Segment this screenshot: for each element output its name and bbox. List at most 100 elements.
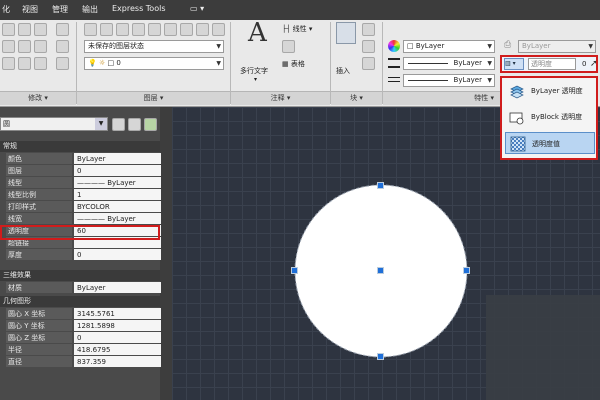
layer-state-combo[interactable]: 未保存的图层状态 ▼ <box>84 40 224 53</box>
property-row[interactable]: 打印样式 BYCOLOR <box>0 201 161 213</box>
print-icon: ⎙ <box>504 40 512 50</box>
array-icon[interactable] <box>34 57 47 70</box>
lineweight-combo[interactable]: ByLayer ▼ <box>403 57 495 70</box>
insert-block-button[interactable]: 插入 <box>334 22 358 86</box>
property-value[interactable]: 0 <box>74 332 161 343</box>
transparency-input[interactable]: 透明度 <box>528 58 576 70</box>
fillet-icon[interactable] <box>34 40 47 53</box>
property-row[interactable]: 圆心 X 坐标 3145.5761 <box>0 308 161 320</box>
quick-select-icon[interactable] <box>144 118 157 131</box>
grip-handle-bottom[interactable] <box>377 353 384 360</box>
erase-icon[interactable] <box>56 23 69 36</box>
section-header-general[interactable]: 常规 <box>0 141 160 152</box>
move-icon[interactable] <box>2 23 15 36</box>
object-type-selector[interactable]: 圆 ▼ <box>0 117 108 131</box>
select-objects-icon[interactable] <box>128 118 141 131</box>
leader-icon[interactable] <box>282 40 295 53</box>
menu-item-express-tools[interactable]: Express Tools <box>112 4 166 13</box>
property-value[interactable]: ———— ByLayer <box>74 213 161 224</box>
grip-handle-top[interactable] <box>377 182 384 189</box>
property-row[interactable]: 颜色 ByLayer <box>0 153 161 165</box>
menu-item-manage[interactable]: 管理 <box>52 4 68 15</box>
panel-scrollbar[interactable] <box>160 107 172 400</box>
layer-icon[interactable] <box>116 23 129 36</box>
property-value[interactable]: 0 <box>74 249 161 260</box>
toggle-pickadd-icon[interactable] <box>112 118 125 131</box>
property-value[interactable]: 3145.5761 <box>74 308 161 319</box>
property-value[interactable]: 1 <box>74 189 161 200</box>
edit-block-icon[interactable] <box>362 40 375 53</box>
dimension-icon: ├┤ <box>282 25 291 33</box>
property-value[interactable]: BYCOLOR <box>74 201 161 212</box>
square-icon: □ <box>107 59 115 67</box>
property-row[interactable]: 材质 ByLayer <box>0 282 161 294</box>
layer-properties-icon[interactable] <box>84 23 97 36</box>
multiline-text-label: 多行文字 <box>240 67 268 75</box>
group-label-modify[interactable]: 修改 ▾ <box>0 91 76 105</box>
layer-icon[interactable] <box>196 23 209 36</box>
copy-icon[interactable] <box>2 40 15 53</box>
layer-icon[interactable] <box>180 23 193 36</box>
property-key: 线宽 <box>6 213 72 224</box>
property-value[interactable]: 418.6795 <box>74 344 161 355</box>
property-row[interactable]: 半径 418.6795 <box>0 344 161 356</box>
property-value[interactable]: 0 <box>74 165 161 176</box>
mirror-icon[interactable] <box>18 40 31 53</box>
property-row[interactable]: 圆心 Z 坐标 0 <box>0 332 161 344</box>
property-value[interactable]: ByLayer <box>74 153 161 164</box>
grip-handle-center[interactable] <box>377 267 384 274</box>
dropdown-item-byblock-transparency[interactable]: ByBlock 透明度 <box>505 106 595 128</box>
property-row[interactable]: 线宽 ———— ByLayer <box>0 213 161 225</box>
linear-dimension-button[interactable]: ├┤ 线性 ▾ <box>282 23 312 36</box>
property-row[interactable]: 直径 837.359 <box>0 356 161 368</box>
table-button[interactable]: ▦ 表格 <box>282 58 305 71</box>
print-style-combo[interactable]: ByLayer ▼ <box>518 40 596 53</box>
menu-item-workspace[interactable]: ▭ ▾ <box>190 4 204 13</box>
property-row[interactable]: 厚度 0 <box>0 249 161 261</box>
layer-icon[interactable] <box>148 23 161 36</box>
layer-icon[interactable] <box>100 23 113 36</box>
attribute-icon[interactable] <box>362 57 375 70</box>
property-row[interactable]: 图层 0 <box>0 165 161 177</box>
lineweight-icon[interactable] <box>388 58 400 68</box>
menu-item-partial[interactable]: 化 <box>2 4 10 15</box>
group-label-annotation[interactable]: 注释 ▾ <box>231 91 330 105</box>
group-label-layers[interactable]: 图层 ▾ <box>77 91 230 105</box>
print-combo-value: ByLayer <box>522 42 551 50</box>
property-row[interactable]: 线型比例 1 <box>0 189 161 201</box>
layers-icon <box>510 85 524 99</box>
section-header-3d-effects[interactable]: 三维效果 <box>0 270 160 281</box>
group-label-block[interactable]: 块 ▾ <box>331 91 382 105</box>
grip-handle-right[interactable] <box>463 267 470 274</box>
layer-icon[interactable] <box>212 23 225 36</box>
dropdown-item-transparency-value[interactable]: 透明度值 <box>505 132 595 154</box>
color-combo[interactable]: □ ByLayer ▼ <box>403 40 495 53</box>
layer-icon[interactable] <box>132 23 145 36</box>
create-block-icon[interactable] <box>362 23 375 36</box>
group-label-properties[interactable]: 特性 ▾ <box>383 91 500 105</box>
property-value[interactable]: ———— ByLayer <box>74 177 161 188</box>
property-row[interactable]: 圆心 Y 坐标 1281.5898 <box>0 320 161 332</box>
linetype-combo[interactable]: ByLayer ▼ <box>403 74 495 87</box>
menu-item-output[interactable]: 输出 <box>82 4 98 15</box>
scale-icon[interactable] <box>18 57 31 70</box>
dropdown-item-bylayer-transparency[interactable]: ByLayer 透明度 <box>505 80 595 102</box>
offset-icon[interactable] <box>56 57 69 70</box>
property-row[interactable]: 线型 ———— ByLayer <box>0 177 161 189</box>
layer-combo[interactable]: 💡 ☼ □ 0 ▼ <box>84 57 224 70</box>
color-wheel-icon[interactable] <box>388 40 400 52</box>
stretch-icon[interactable] <box>2 57 15 70</box>
trim-icon[interactable] <box>34 23 47 36</box>
rotate-icon[interactable] <box>18 23 31 36</box>
menu-item-view[interactable]: 视图 <box>22 4 38 15</box>
property-value[interactable]: 1281.5898 <box>74 320 161 331</box>
property-value[interactable]: ByLayer <box>74 282 161 293</box>
multiline-text-button[interactable]: A 多行文字 ▾ <box>240 18 276 86</box>
transparency-toggle-icon[interactable]: ▥ ▾ <box>504 58 524 70</box>
linetype-icon[interactable] <box>388 75 400 85</box>
layer-icon[interactable] <box>164 23 177 36</box>
grip-handle-left[interactable] <box>291 267 298 274</box>
explode-icon[interactable] <box>56 40 69 53</box>
property-value[interactable]: 837.359 <box>74 356 161 367</box>
section-header-geometry[interactable]: 几何图形 <box>0 296 160 307</box>
